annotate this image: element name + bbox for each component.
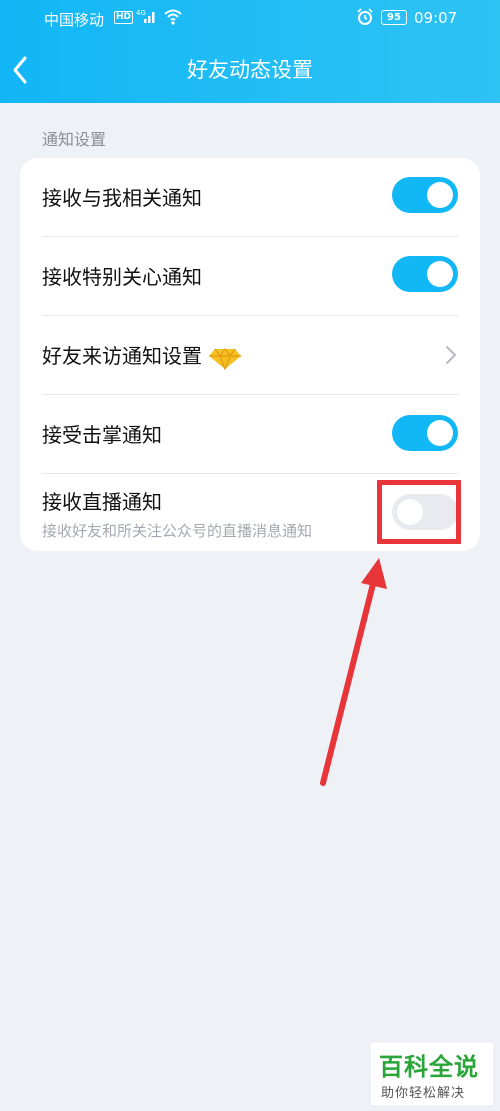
- setting-label: 接收与我相关通知: [42, 186, 202, 210]
- setting-label-text: 好友来访通知设置: [42, 344, 202, 368]
- annotation-highlight-box: [377, 480, 461, 544]
- page-title: 好友动态设置: [187, 58, 313, 82]
- app-header: 中国移动 HD 4G 95 09:07 好友动态设置: [0, 0, 500, 103]
- hd-badge: HD: [114, 11, 134, 24]
- watermark-sub-text: 助你轻松解决: [381, 1086, 466, 1101]
- toggle-high-five-notifications[interactable]: [392, 415, 458, 451]
- setting-label: 接收直播通知: [42, 490, 162, 514]
- toggle-special-care-notifications[interactable]: [392, 256, 458, 292]
- battery-indicator: 95: [381, 10, 407, 25]
- toggle-knob: [427, 420, 453, 446]
- section-label: 通知设置: [42, 130, 107, 149]
- setting-row-related-notifications: 接收与我相关通知: [20, 158, 480, 237]
- network-type-label: 4G: [136, 9, 146, 17]
- status-bar: 中国移动 HD 4G 95 09:07: [0, 0, 500, 36]
- setting-sublabel: 接收好友和所关注公众号的直播消息通知: [42, 522, 313, 540]
- toggle-related-notifications[interactable]: [392, 177, 458, 213]
- alarm-icon: [357, 8, 373, 25]
- signal-icon: 4G: [136, 9, 155, 23]
- carrier-label: 中国移动: [44, 11, 105, 29]
- clock: 09:07: [414, 9, 458, 27]
- setting-row-visitor-notifications[interactable]: 好友来访通知设置: [20, 316, 480, 395]
- toggle-knob: [427, 182, 453, 208]
- setting-label: 接受击掌通知: [42, 423, 162, 447]
- wifi-icon: [164, 9, 182, 25]
- setting-row-high-five-notifications: 接受击掌通知: [20, 395, 480, 474]
- chevron-right-icon: [446, 346, 456, 364]
- diamond-icon: [209, 347, 241, 370]
- toggle-knob: [427, 261, 453, 287]
- setting-row-special-care-notifications: 接收特别关心通知: [20, 237, 480, 316]
- watermark-main-text: 百科全说: [379, 1053, 479, 1081]
- setting-label: 好友来访通知设置: [42, 343, 242, 370]
- setting-label: 接收特别关心通知: [42, 265, 202, 289]
- watermark-logo: 百科全说 助你轻松解决: [371, 1043, 493, 1105]
